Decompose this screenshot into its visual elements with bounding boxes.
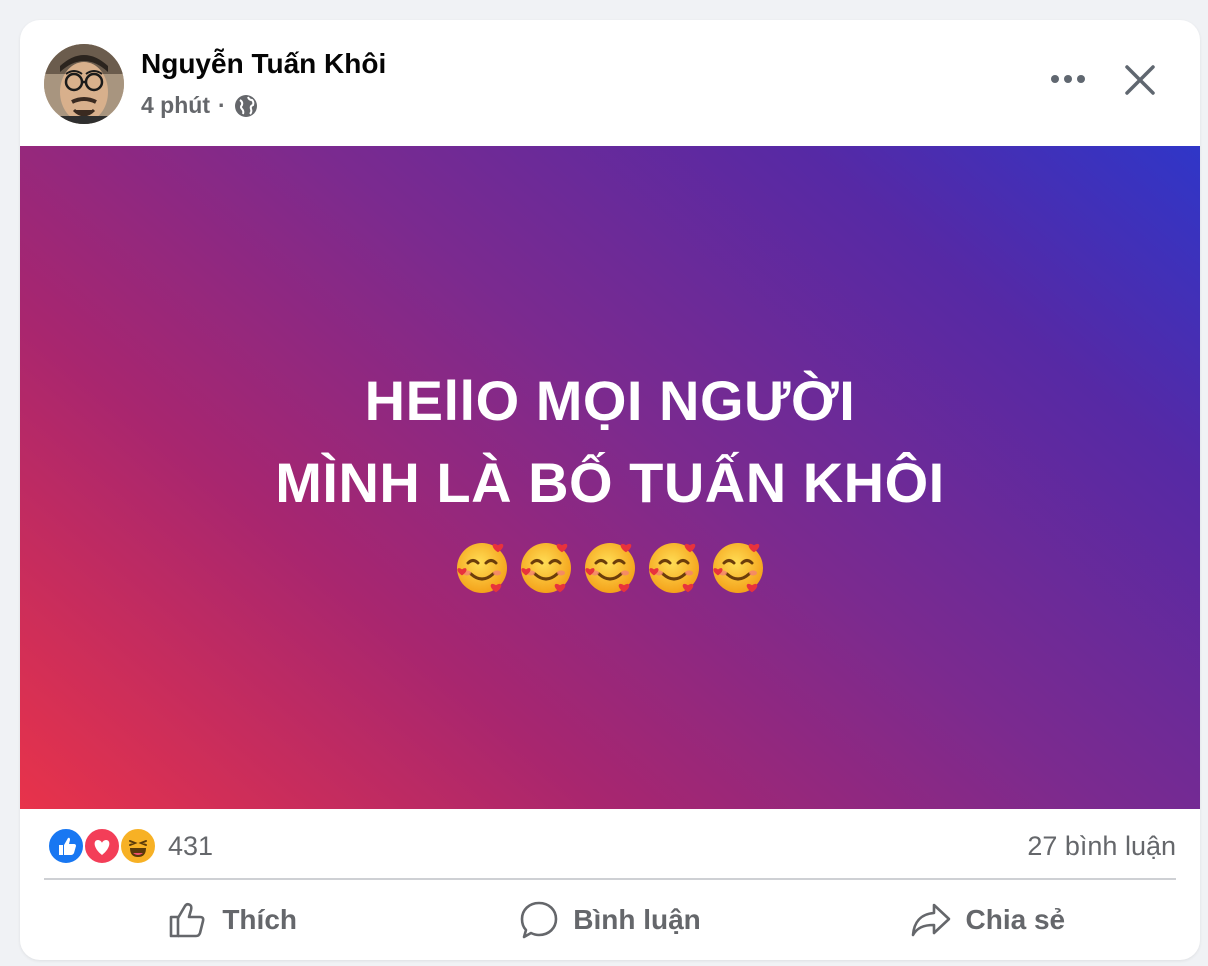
comment-count[interactable]: 27 bình luận [1027,831,1176,862]
like-label: Thích [222,904,297,935]
post-emoji-row [452,536,768,596]
smiling-face-with-hearts-icon [580,536,640,596]
author-name[interactable]: Nguyễn Tuấn Khôi [141,48,386,80]
post-text-line-1: HEllO MỌI NGƯỜI [364,368,856,432]
reaction-count[interactable]: 431 [168,831,213,862]
share-button[interactable]: Chia sẻ [799,882,1176,958]
comment-button[interactable]: Bình luận [421,882,798,958]
comment-icon [520,901,558,939]
close-icon [1125,65,1155,95]
more-dots-icon [1051,75,1085,83]
like-button[interactable]: Thích [44,882,421,958]
smiling-face-with-hearts-icon [452,536,512,596]
post-header: Nguyễn Tuấn Khôi 4 phút · [20,20,1200,146]
globe-icon [234,94,258,118]
thumbs-up-icon [170,902,205,938]
post-card: Nguyễn Tuấn Khôi 4 phút · HEllO MỌI NGƯỜ… [20,20,1200,960]
smiling-face-with-hearts-icon [516,536,576,596]
comment-label: Bình luận [573,904,701,935]
divider [44,878,1176,880]
reactions-summary: 431 27 bình luận [20,809,1200,879]
more-options-button[interactable] [1042,58,1094,100]
meta-separator: · [218,92,226,118]
like-icon [47,827,85,865]
love-icon [83,827,121,865]
smiling-face-with-hearts-icon [644,536,704,596]
share-label: Chia sẻ [965,904,1066,935]
post-time[interactable]: 4 phút [141,92,210,119]
post-text-line-2: MÌNH LÀ BỐ TUẤN KHÔI [275,450,945,514]
post-actions: Thích Bình luận Chia sẻ [44,882,1176,958]
post-meta: 4 phút · [141,92,258,119]
reaction-icons[interactable] [47,827,159,865]
close-button[interactable] [1116,58,1164,102]
haha-icon [119,827,157,865]
post-content: HEllO MỌI NGƯỜI MÌNH LÀ BỐ TUẤN KHÔI [20,146,1200,809]
smiling-face-with-hearts-icon [708,536,768,596]
share-icon [911,903,950,937]
avatar[interactable] [44,44,124,124]
